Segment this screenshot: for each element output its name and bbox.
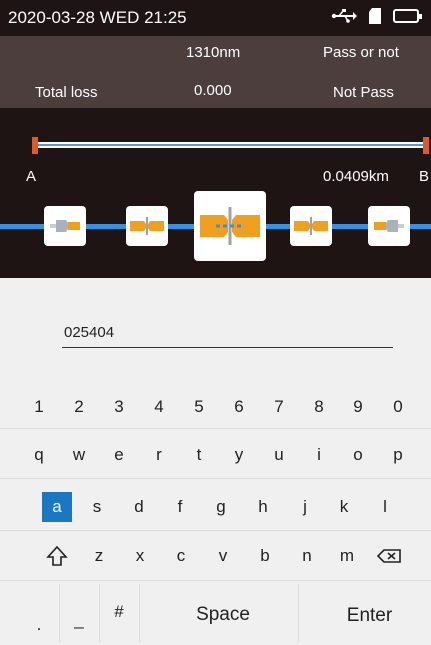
key-7[interactable]: 7 [264, 392, 294, 422]
key-5[interactable]: 5 [184, 392, 214, 422]
fiber-span-bar [36, 142, 425, 148]
key-4[interactable]: 4 [144, 392, 174, 422]
key-e[interactable]: e [104, 440, 134, 470]
wavelength: 1310nm [186, 44, 241, 61]
key-o[interactable]: o [343, 440, 373, 470]
key-divider [99, 584, 100, 642]
key-divider [139, 584, 140, 642]
key-t[interactable]: t [184, 440, 214, 470]
start-connector-event[interactable] [44, 206, 86, 246]
keyboard-row-separator [0, 428, 431, 429]
key-h[interactable]: h [248, 492, 278, 522]
battery-icon [393, 9, 422, 23]
shift-key-icon[interactable] [42, 541, 72, 571]
end-marker-b [423, 137, 429, 154]
key-.[interactable]: . [24, 610, 54, 640]
key-f[interactable]: f [165, 492, 195, 522]
connector-icon [374, 220, 404, 232]
pass-label: Pass or not [323, 44, 399, 61]
key-i[interactable]: i [304, 440, 334, 470]
key-s[interactable]: s [82, 492, 112, 522]
key-a[interactable]: a [42, 492, 72, 522]
total-loss-label: Total loss [35, 84, 98, 101]
end-label-b: B [419, 168, 430, 185]
key-l[interactable]: l [370, 492, 400, 522]
screen: 2020-03-28 WED 21:25 1310nm Pass or not … [0, 0, 431, 645]
key-3[interactable]: 3 [104, 392, 134, 422]
key-x[interactable]: x [125, 541, 155, 571]
pass-result: Not Pass [333, 84, 394, 101]
end-label-a: A [26, 168, 37, 185]
key-y[interactable]: y [224, 440, 254, 470]
status-icons [331, 8, 422, 24]
key-1[interactable]: 1 [24, 392, 54, 422]
key-b[interactable]: b [250, 541, 280, 571]
key-6[interactable]: 6 [224, 392, 254, 422]
key-v[interactable]: v [208, 541, 238, 571]
splice-event-2[interactable] [290, 206, 332, 246]
end-connector-event[interactable] [368, 206, 410, 246]
link-distance: 0.0409km [323, 168, 389, 185]
splice-icon [130, 217, 164, 235]
key-2[interactable]: 2 [64, 392, 94, 422]
key-9[interactable]: 9 [343, 392, 373, 422]
usb-icon [331, 9, 357, 23]
keyboard-row-separator [0, 478, 431, 479]
key-_[interactable]: _ [64, 605, 94, 635]
connector-icon [50, 220, 80, 232]
key-z[interactable]: z [84, 541, 114, 571]
enter-key[interactable]: Enter [312, 596, 427, 636]
key-p[interactable]: p [383, 440, 413, 470]
key-divider [298, 584, 299, 642]
splice-icon [294, 217, 328, 235]
link-map: A 0.0409km B [0, 108, 431, 278]
splice-event-1[interactable] [126, 206, 168, 246]
splice-icon-large [200, 207, 260, 245]
key-q[interactable]: q [24, 440, 54, 470]
total-loss-value: 0.000 [194, 82, 232, 99]
key-n[interactable]: n [292, 541, 322, 571]
key-#[interactable]: # [104, 597, 134, 627]
key-c[interactable]: c [166, 541, 196, 571]
end-marker-a [32, 137, 38, 154]
splice-event-selected[interactable] [194, 191, 266, 261]
keyboard-row-separator [0, 530, 431, 531]
date-time: 2020-03-28 WED 21:25 [8, 8, 187, 27]
result-panel: 1310nm Pass or not Total loss 0.000 Not … [0, 36, 431, 108]
key-divider [59, 584, 60, 642]
key-j[interactable]: j [290, 492, 320, 522]
space-key[interactable]: Space [148, 595, 298, 635]
key-k[interactable]: k [329, 492, 359, 522]
key-d[interactable]: d [124, 492, 154, 522]
keyboard-row-separator [0, 580, 431, 581]
key-0[interactable]: 0 [383, 392, 413, 422]
key-8[interactable]: 8 [304, 392, 334, 422]
text-input[interactable]: 025404 [62, 320, 393, 348]
key-w[interactable]: w [64, 440, 94, 470]
sd-card-icon [369, 8, 381, 24]
input-value: 025404 [64, 324, 115, 341]
backspace-key-icon[interactable] [374, 541, 404, 571]
status-bar: 2020-03-28 WED 21:25 [0, 0, 431, 36]
key-u[interactable]: u [264, 440, 294, 470]
key-m[interactable]: m [332, 541, 362, 571]
key-r[interactable]: r [144, 440, 174, 470]
key-g[interactable]: g [206, 492, 236, 522]
